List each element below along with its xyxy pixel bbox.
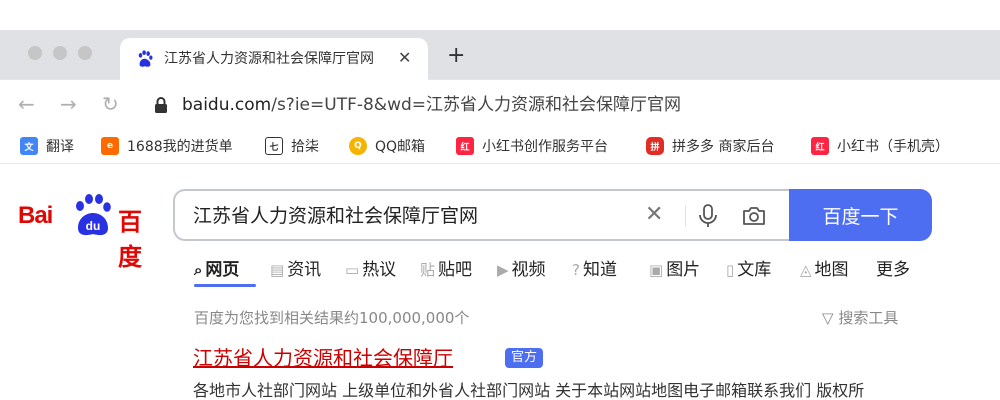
lock-icon[interactable] (153, 96, 169, 114)
tab-images[interactable]: ▣ 图片 (649, 258, 700, 282)
active-tab-indicator (194, 284, 256, 287)
news-icon: ▤ (270, 261, 285, 279)
tab-zhidao[interactable]: ? 知道 (572, 258, 617, 282)
baidu-paw-icon (138, 50, 153, 67)
logo-text-bai: Bai (18, 202, 53, 229)
logo-text-du: du (86, 219, 101, 233)
baidu-paw-logo-icon: du (76, 194, 111, 236)
bookmark-pinduoduo[interactable]: 拼 拼多多 商家后台 (646, 136, 774, 156)
discussion-icon: ▭ (345, 261, 360, 279)
tab-tieba[interactable]: 贴贴吧 (420, 258, 472, 282)
tab-label: 地图 (814, 260, 849, 280)
filter-icon: ▽ (822, 309, 839, 327)
xiaohongshu-icon: 红 (456, 137, 474, 155)
clear-search-icon[interactable]: ✕ (645, 201, 663, 229)
new-tab-plus-icon[interactable]: + (447, 44, 465, 68)
bookmark-translate[interactable]: 文 翻译 (20, 136, 74, 156)
microphone-icon[interactable] (697, 203, 719, 229)
search-input[interactable]: 江苏省人力资源和社会保障厅官网 ✕ (173, 189, 791, 241)
tab-more[interactable]: 更多 (876, 258, 910, 282)
tab-webpage[interactable]: ⌕ 网页 (194, 258, 239, 282)
divider (685, 205, 686, 227)
bookmark-label: 小红书（手机壳） (837, 139, 949, 155)
video-icon: ▶ (497, 261, 509, 279)
url-host: baidu.com (182, 95, 272, 115)
result-sublinks[interactable]: 各地市人社部门网站 上级单位和外省人社部门网站 关于本站网站地图电子邮箱联系我们… (193, 380, 864, 400)
url-path: /s?ie=UTF-8&wd=江苏省人力资源和社会保障厅官网 (271, 95, 682, 115)
qqmail-icon: Q (349, 137, 367, 155)
result-title-link[interactable]: 江苏省人力资源和社会保障厅 (193, 344, 453, 372)
official-badge: 官方 (505, 348, 544, 368)
result-count: 百度为您找到相关结果约100,000,000个 (194, 309, 470, 327)
search-button[interactable]: 百度一下 (789, 189, 932, 241)
minimize-window-button[interactable] (53, 46, 67, 60)
bookmark-xiaohongshu-phonecase[interactable]: 红 小红书（手机壳） (811, 136, 949, 156)
tab-label: 贴吧 (438, 260, 473, 280)
tab-title: 江苏省人力资源和社会保障厅官网 (164, 51, 374, 67)
bookmark-label: 小红书创作服务平台 (482, 139, 608, 155)
search-tools-button[interactable]: ▽ 搜索工具 (822, 308, 898, 328)
tieba-icon: 贴 (420, 261, 436, 279)
close-tab-icon[interactable]: ✕ (398, 49, 411, 67)
tab-label: 热议 (362, 260, 397, 280)
address-bar[interactable]: baidu.com/s?ie=UTF-8&wd=江苏省人力资源和社会保障厅官网 (182, 94, 681, 116)
bookmark-label: 拼多多 商家后台 (672, 139, 775, 155)
bookmark-label: 翻译 (46, 139, 74, 155)
tab-label: 网页 (205, 260, 240, 280)
browser-tabstrip: 江苏省人力资源和社会保障厅官网 ✕ + (0, 0, 1000, 80)
forward-arrow-icon[interactable]: → (60, 92, 77, 116)
baidu-logo[interactable]: Bai du 百度 (18, 192, 158, 271)
tab-label: 知道 (582, 260, 617, 280)
tab-label: 图片 (666, 260, 701, 280)
close-window-button[interactable] (28, 46, 42, 60)
back-arrow-icon[interactable]: ← (18, 92, 35, 116)
browser-toolbar: ← → ↻ baidu.com/s?ie=UTF-8&wd=江苏省人力资源和社会… (0, 80, 1000, 130)
tab-label: 视频 (511, 260, 546, 280)
bookmark-qqmail[interactable]: Q QQ邮箱 (349, 136, 425, 156)
1688-icon: e (101, 137, 119, 155)
logo-text-baidu: 百度 (118, 208, 142, 271)
bookmark-label: QQ邮箱 (375, 139, 426, 155)
tab-discussion[interactable]: ▭ 热议 (345, 258, 396, 282)
image-icon: ▣ (649, 261, 664, 279)
document-icon: ▯ (726, 261, 735, 279)
question-icon: ? (572, 261, 580, 279)
search-icon: ⌕ (194, 261, 203, 279)
tab-label: 更多 (876, 260, 910, 280)
maximize-window-button[interactable] (78, 46, 92, 60)
tab-video[interactable]: ▶ 视频 (497, 258, 546, 282)
reload-icon[interactable]: ↻ (102, 92, 119, 116)
bookmark-1688[interactable]: e 1688我的进货单 (101, 136, 233, 156)
browser-tab-active[interactable]: 江苏省人力资源和社会保障厅官网 ✕ (120, 38, 428, 80)
search-query-text[interactable]: 江苏省人力资源和社会保障厅官网 (193, 204, 478, 228)
tab-label: 文库 (737, 260, 772, 280)
search-tools-label: 搜索工具 (838, 309, 899, 327)
tab-map[interactable]: ◬ 地图 (800, 258, 849, 282)
bookmark-label: 拾柒 (291, 139, 319, 155)
bookmarks-bar: 文 翻译 e 1688我的进货单 七 拾柒 Q QQ邮箱 红 小红书创作服务平台… (0, 130, 1000, 164)
bookmark-label: 1688我的进货单 (127, 139, 233, 155)
tab-wenku[interactable]: ▯ 文库 (726, 258, 771, 282)
tab-news[interactable]: ▤ 资讯 (270, 258, 321, 282)
tab-label: 资讯 (287, 260, 322, 280)
map-icon: ◬ (800, 261, 812, 279)
camera-icon[interactable] (741, 204, 767, 228)
translate-icon: 文 (20, 137, 38, 155)
bookmark-shiqi[interactable]: 七 拾柒 (265, 136, 319, 156)
bookmark-xiaohongshu-creator[interactable]: 红 小红书创作服务平台 (456, 136, 608, 156)
pinduoduo-icon: 拼 (646, 137, 664, 155)
shiqi-icon: 七 (265, 137, 283, 155)
xiaohongshu-icon: 红 (811, 137, 829, 155)
